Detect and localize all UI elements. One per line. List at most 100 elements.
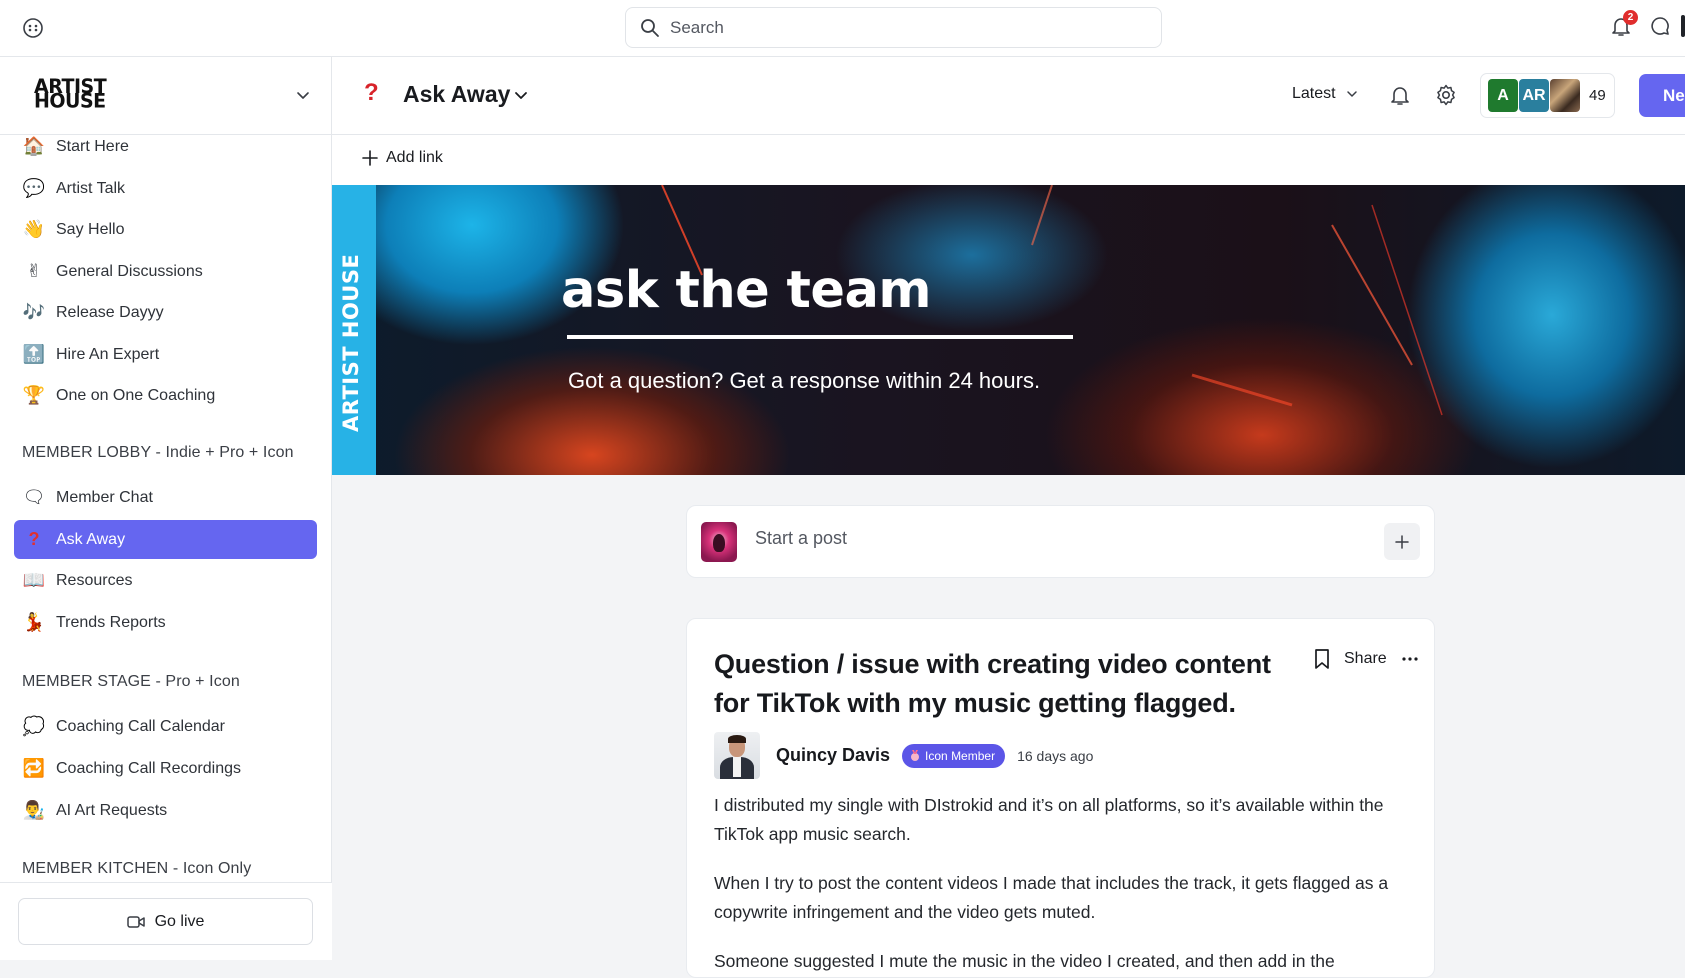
post-body: I distributed my single with DIstrokid a… xyxy=(714,791,1414,977)
sidebar-item-label: General Discussions xyxy=(56,262,203,280)
sidebar-item-label: Trends Reports xyxy=(56,613,166,631)
top-right-actions: 2 xyxy=(1609,10,1685,38)
section-member-stage[interactable]: MEMBER STAGE - Pro + Icon xyxy=(22,673,240,691)
avatar[interactable] xyxy=(714,732,760,779)
chevron-down-icon xyxy=(1346,91,1357,97)
sort-dropdown[interactable]: Latest xyxy=(1292,85,1358,103)
sidebar-item-ask-away[interactable]: ? Ask Away xyxy=(14,520,317,559)
victory-hand-icon: ✌ xyxy=(26,261,42,281)
section-member-lobby[interactable]: MEMBER LOBBY - Indie + Pro + Icon xyxy=(22,444,294,462)
sidebar-item-coaching-call-recordings[interactable]: 🔁 Coaching Call Recordings xyxy=(14,749,317,788)
sort-label: Latest xyxy=(1292,85,1336,102)
sidebar-item-hire-an-expert[interactable]: 🔝 Hire An Expert xyxy=(14,335,317,374)
speech-bubble-icon: 💬 xyxy=(22,178,46,198)
add-link-button[interactable]: Add link xyxy=(362,149,443,167)
member-badge: Icon Member xyxy=(902,743,1006,768)
new-post-button[interactable]: Ne xyxy=(1639,74,1685,117)
brand-header[interactable]: ARTIST HOUSE xyxy=(0,57,332,135)
house-icon: 🏠 xyxy=(22,136,46,156)
sidebar-item-one-on-one-coaching[interactable]: 🏆 One on One Coaching xyxy=(14,376,317,415)
link-bar: Add link xyxy=(332,135,1685,185)
post-title[interactable]: Question / issue with creating video con… xyxy=(714,645,1274,723)
sidebar-item-release-dayyy[interactable]: 🎶 Release Dayyy xyxy=(14,293,317,332)
banner-light-streaks xyxy=(661,185,1443,416)
sidebar-item-label: Artist Talk xyxy=(56,179,126,197)
share-button[interactable]: Share xyxy=(1344,650,1387,668)
sidebar-item-trends-reports[interactable]: 💃 Trends Reports xyxy=(14,603,317,642)
start-post-input[interactable] xyxy=(755,528,1315,549)
sidebar-item-label: Coaching Call Recordings xyxy=(56,759,241,777)
sidebar-item-label: One on One Coaching xyxy=(56,386,216,404)
search-box[interactable] xyxy=(625,7,1162,48)
bookmark-icon[interactable] xyxy=(1314,649,1330,669)
trophy-icon: 🏆 xyxy=(22,385,46,405)
add-link-label: Add link xyxy=(386,149,443,166)
post-author: Quincy Davis Icon Member 16 days ago xyxy=(714,732,1093,779)
sidebar-item-label: Coaching Call Calendar xyxy=(56,717,225,735)
members-avatars[interactable]: A AR 49 xyxy=(1480,73,1615,118)
sidebar-item-general-discussions[interactable]: ✌ General Discussions xyxy=(14,252,317,291)
sidebar-item-ai-art-requests[interactable]: 👨‍🎨 AI Art Requests xyxy=(14,791,317,830)
space-title[interactable]: Ask Away xyxy=(403,81,510,108)
question-mark-icon: ? xyxy=(28,529,40,549)
thought-bubble-icon: 🗨 xyxy=(22,487,46,507)
post-actions: Share xyxy=(1314,649,1419,669)
sidebar-item-coaching-call-calendar[interactable]: 💭 Coaching Call Calendar xyxy=(14,707,317,746)
gear-icon[interactable] xyxy=(1434,83,1458,107)
add-post-button[interactable] xyxy=(1384,523,1420,560)
banner-divider xyxy=(567,335,1073,339)
open-book-icon: 📖 xyxy=(22,570,46,590)
artist-icon: 👨‍🎨 xyxy=(22,800,46,820)
medal-icon xyxy=(911,749,920,761)
banner-title: ask the team xyxy=(561,261,932,320)
plus-icon xyxy=(1395,534,1409,549)
go-live-label: Go live xyxy=(154,912,205,930)
go-live-footer: Go live xyxy=(0,882,332,960)
member-count: 49 xyxy=(1589,87,1606,104)
top-bar: 2 xyxy=(0,0,1685,57)
search-input[interactable] xyxy=(670,17,1130,38)
chevron-down-icon[interactable] xyxy=(514,88,528,102)
sidebar-item-label: Hire An Expert xyxy=(56,345,160,363)
section-member-kitchen[interactable]: MEMBER KITCHEN - Icon Only xyxy=(22,860,251,878)
waving-hand-icon: 👋 xyxy=(22,219,46,239)
community-logo-icon[interactable] xyxy=(22,17,44,39)
chat-icon[interactable] xyxy=(1649,15,1671,37)
bell-icon[interactable] xyxy=(1388,83,1412,107)
sidebar-item-label: Member Chat xyxy=(56,488,153,506)
artist-house-logo: ARTIST HOUSE xyxy=(34,75,107,113)
space-banner: ARTIST HOUSE ask the team Got a question… xyxy=(332,185,1685,475)
speech-balloon-icon: 💭 xyxy=(22,716,46,736)
post-composer[interactable] xyxy=(686,505,1435,578)
sidebar-item-label: Resources xyxy=(56,571,133,589)
sidebar-item-say-hello[interactable]: 👋 Say Hello xyxy=(14,210,317,249)
avatar xyxy=(1550,79,1580,112)
sidebar-item-label: Ask Away xyxy=(56,530,126,548)
chevron-down-icon[interactable] xyxy=(296,88,310,102)
post-paragraph: I distributed my single with DIstrokid a… xyxy=(714,795,1384,844)
avatar xyxy=(701,522,737,562)
profile-avatar-edge[interactable] xyxy=(1681,15,1685,37)
sidebar-item-label: Release Dayyy xyxy=(56,303,164,321)
notifications-button[interactable]: 2 xyxy=(1609,10,1638,38)
go-live-button[interactable]: Go live xyxy=(18,898,313,945)
music-notes-icon: 🎶 xyxy=(22,302,46,322)
sidebar-item-label: Start Here xyxy=(56,137,129,155)
more-options-icon[interactable] xyxy=(1401,656,1419,662)
sidebar-item-artist-talk[interactable]: 💬 Artist Talk xyxy=(14,169,317,208)
post-card: Question / issue with creating video con… xyxy=(686,618,1435,978)
sidebar-item-member-chat[interactable]: 🗨 Member Chat xyxy=(14,478,317,517)
badge-label: Icon Member xyxy=(925,748,996,763)
banner-vertical-text: ARTIST HOUSE xyxy=(339,253,363,432)
plus-icon xyxy=(362,150,378,166)
post-paragraph: When I try to post the content videos I … xyxy=(714,873,1389,922)
author-name[interactable]: Quincy Davis xyxy=(776,745,890,766)
post-paragraph: Someone suggested I mute the music in th… xyxy=(714,951,1335,971)
sidebar: ARTIST HOUSE 🏠 Start Here 💬 Artist Talk … xyxy=(0,57,332,960)
notification-count-badge: 2 xyxy=(1623,10,1638,25)
sidebar-item-resources[interactable]: 📖 Resources xyxy=(14,561,317,600)
sidebar-nav: 🏠 Start Here 💬 Artist Talk 👋 Say Hello ✌… xyxy=(0,135,332,882)
sidebar-item-start-here[interactable]: 🏠 Start Here xyxy=(14,135,317,166)
search-icon xyxy=(641,18,659,37)
avatar: AR xyxy=(1519,79,1549,112)
